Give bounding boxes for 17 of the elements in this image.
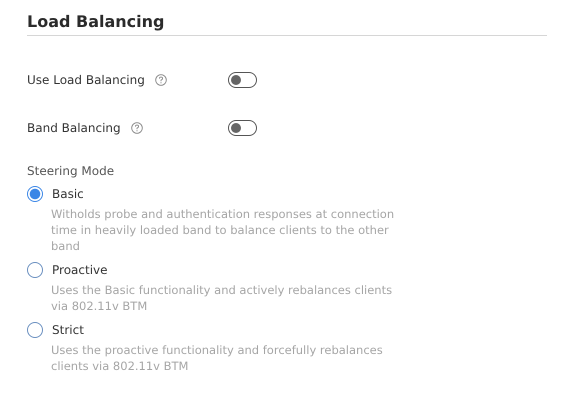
field-label: Steering Mode: [27, 164, 116, 178]
section-title: Load Balancing: [27, 12, 164, 31]
help-icon[interactable]: [130, 122, 143, 134]
option-description: Uses the Basic functionality and actively rebalances clients via 802.11v BTM: [51, 282, 394, 314]
toggle-switch[interactable]: [228, 120, 257, 136]
radio-button[interactable]: [27, 322, 43, 338]
toggle-label: Use Load Balancing: [27, 73, 145, 87]
toggle-label: Band Balancing: [27, 121, 121, 135]
toggle-switch[interactable]: [228, 72, 257, 88]
radio-button[interactable]: [27, 186, 43, 202]
option-label: Strict: [52, 323, 84, 337]
help-icon[interactable]: [154, 74, 167, 86]
option-description: Uses the proactive functionality and forcefully rebalances clients via 802.11v BTM: [51, 342, 384, 374]
option-label: Basic: [52, 187, 84, 201]
radio-button[interactable]: [27, 262, 43, 278]
option-label: Proactive: [52, 263, 108, 277]
option-description: Witholds probe and authentication responses at connection time in heavily loaded band to balance clients to the other band: [51, 206, 396, 254]
